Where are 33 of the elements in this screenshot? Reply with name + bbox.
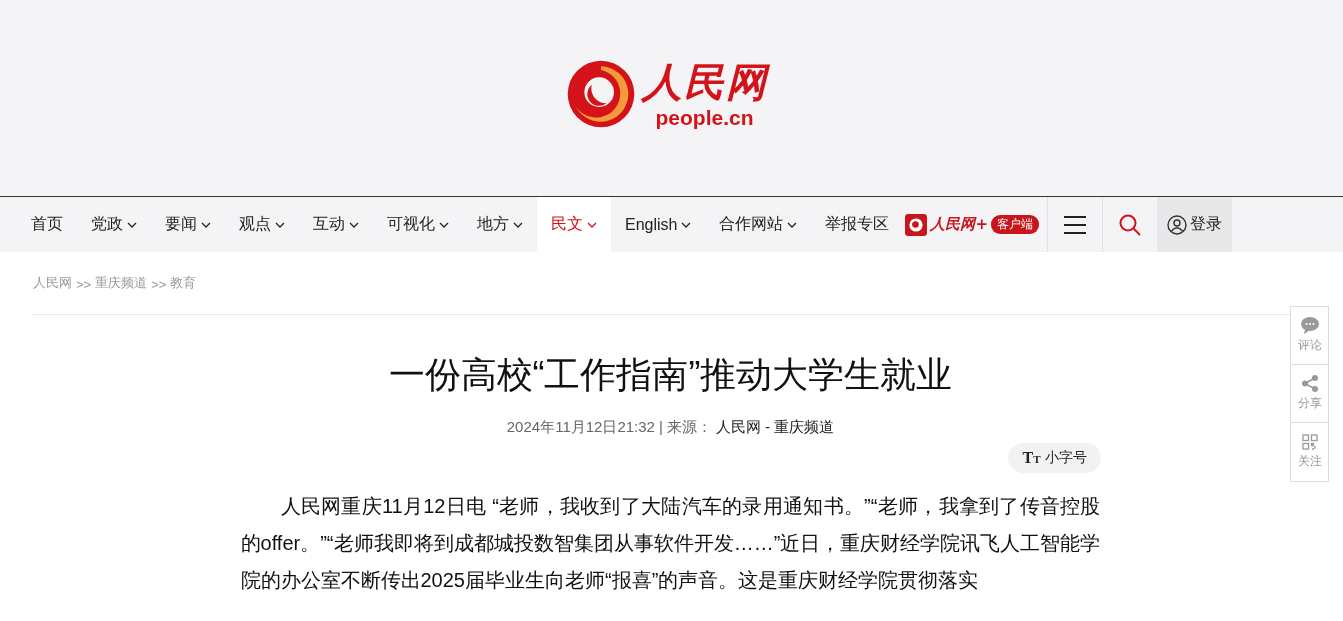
logo-domain: people.cn (655, 106, 754, 130)
meta-separator: | (658, 418, 663, 437)
nav-tab[interactable]: 举报专区 (811, 197, 904, 252)
nav-tab[interactable]: 首页 (17, 197, 77, 252)
nav-tab[interactable]: 可视化 (373, 197, 463, 252)
app-name: 人民网+ (930, 215, 989, 234)
menu-icon (1064, 215, 1087, 234)
nav-tab[interactable]: 要闻 (151, 197, 225, 252)
article-paragraph: 人民网重庆11月12日电 “老师，我收到了大陆汽车的录用通知书。”“老师，我拿到了传音控股的offer。”“老师我即将到成都城投数智集团从事软件开发……”近日，重庆财经学院讯飞人工智能学院的办公室不断传出2025届毕业生向老师“报喜”的声音。这是重庆财经学院贯彻落实 (240, 494, 1101, 593)
nav-tab[interactable]: 观点 (225, 197, 299, 252)
qr-code-icon (1301, 434, 1318, 450)
nav-tab[interactable]: 党政 (77, 197, 151, 252)
login-button[interactable]: 登录 (1157, 197, 1233, 252)
article-title: 一份高校“工作指南”推动大学生就业 (387, 353, 954, 397)
nav-tab[interactable]: 合作网站 (705, 197, 812, 252)
nav-tab[interactable]: 互动 (299, 197, 373, 252)
nav-tab[interactable]: English (611, 197, 706, 252)
source-label: 来源： (666, 418, 712, 437)
logo-name: 人民网 (641, 58, 768, 106)
user-icon (1167, 214, 1188, 235)
breadcrumb-separator: >> (151, 277, 167, 292)
source-link[interactable]: 人民网 - 重庆频道 (715, 418, 835, 437)
nav-tab[interactable]: 民文 (537, 197, 611, 252)
speech-bubble-icon (1300, 317, 1319, 334)
logo-icon (905, 213, 928, 236)
app-badge: 客户端 (991, 215, 1040, 234)
search-icon (1119, 213, 1142, 236)
share-icon (1300, 375, 1319, 392)
font-size-button[interactable]: TT 小字号 (1008, 443, 1101, 473)
publish-date: 2024年11月12日21:32 (506, 418, 655, 437)
breadcrumb-separator: >> (76, 277, 92, 292)
nav-tab[interactable]: 地方 (463, 197, 537, 252)
app-promo-link[interactable]: 人民网+ 客户端 (903, 197, 1048, 252)
